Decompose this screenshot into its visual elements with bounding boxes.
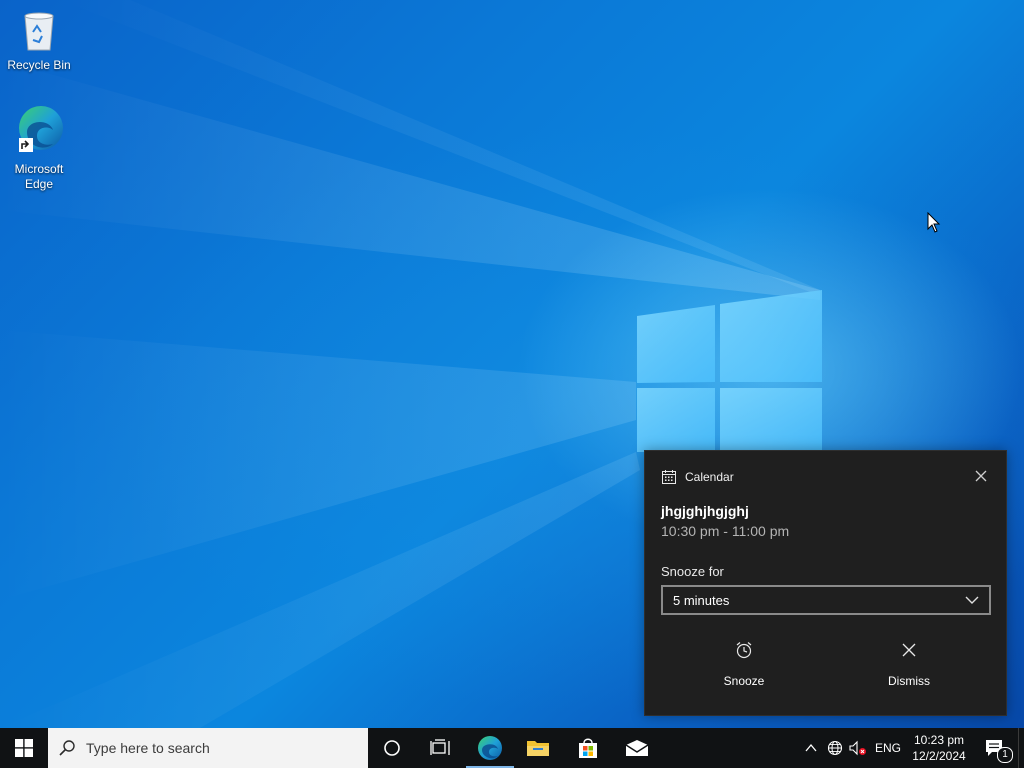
notification-count-badge: 1 xyxy=(997,747,1013,763)
volume-muted-icon xyxy=(849,740,866,756)
recycle-bin-label: Recycle Bin xyxy=(7,58,71,72)
dismiss-x-icon xyxy=(902,643,916,657)
action-center-button[interactable]: 1 xyxy=(978,728,1013,768)
edge-desktop-label: Microsoft Edge xyxy=(14,162,64,191)
show-hidden-icons-button[interactable] xyxy=(800,728,822,768)
show-desktop-button[interactable] xyxy=(1018,728,1024,768)
search-placeholder: Type here to search xyxy=(86,740,210,756)
mouse-cursor-icon xyxy=(927,212,941,233)
chevron-up-icon xyxy=(805,743,817,752)
task-view-icon xyxy=(430,739,450,755)
volume-button[interactable] xyxy=(846,728,870,768)
taskbar-search-box[interactable]: Type here to search xyxy=(48,728,368,768)
dismiss-button-label: Dismiss xyxy=(888,674,930,688)
snooze-for-label: Snooze for xyxy=(661,564,724,579)
globe-network-icon xyxy=(827,740,843,756)
event-title: jhgjghjhgjghj xyxy=(661,503,749,519)
chevron-down-icon xyxy=(965,596,979,604)
network-button[interactable] xyxy=(824,728,846,768)
dismiss-button[interactable]: Dismiss xyxy=(849,641,969,688)
calendar-reminder-notification: Calendar jhgjghjhgjghj 10:30 pm - 11:00 … xyxy=(644,450,1007,716)
clock-date: 12/2/2024 xyxy=(912,749,966,763)
snooze-button-label: Snooze xyxy=(723,674,765,688)
microsoft-store-button[interactable] xyxy=(564,728,612,768)
edge-icon xyxy=(19,106,63,152)
recycle-bin-icon xyxy=(24,12,54,51)
alarm-clock-icon xyxy=(736,642,752,659)
notification-app-name: Calendar xyxy=(685,470,734,484)
clock-button[interactable]: 10:23 pm 12/2/2024 xyxy=(906,728,972,768)
desktop-background: Recycle Bin Microsoft Edge Calendar jhgj… xyxy=(0,0,1024,728)
clock-time: 10:23 pm xyxy=(913,733,965,747)
desktop-icon-microsoft-edge[interactable]: Microsoft Edge xyxy=(1,104,77,192)
store-icon xyxy=(579,738,597,758)
close-icon[interactable] xyxy=(974,469,988,483)
task-view-button[interactable] xyxy=(416,728,464,768)
taskbar: Type here to search ENG 10:23 pm 12/2/20… xyxy=(0,728,1024,768)
input-language-button[interactable]: ENG xyxy=(872,728,904,768)
file-explorer-icon xyxy=(527,741,549,756)
cortana-button[interactable] xyxy=(368,728,416,768)
notification-header: Calendar xyxy=(661,469,734,485)
snooze-duration-value: 5 minutes xyxy=(673,592,730,608)
edge-icon xyxy=(478,736,502,760)
mail-button[interactable] xyxy=(612,728,662,768)
taskbar-edge-button[interactable] xyxy=(466,728,514,768)
cortana-icon xyxy=(384,740,400,756)
snooze-duration-dropdown[interactable]: 5 minutes xyxy=(661,585,991,615)
windows-logo-icon xyxy=(15,739,33,757)
calendar-icon xyxy=(662,470,676,484)
start-button[interactable] xyxy=(0,728,48,768)
event-time-range: 10:30 pm - 11:00 pm xyxy=(661,523,790,539)
search-icon xyxy=(59,740,75,756)
snooze-button[interactable]: Snooze xyxy=(684,641,804,688)
mail-icon xyxy=(625,740,649,756)
desktop-icon-recycle-bin[interactable]: Recycle Bin xyxy=(1,8,77,73)
file-explorer-button[interactable] xyxy=(514,728,562,768)
